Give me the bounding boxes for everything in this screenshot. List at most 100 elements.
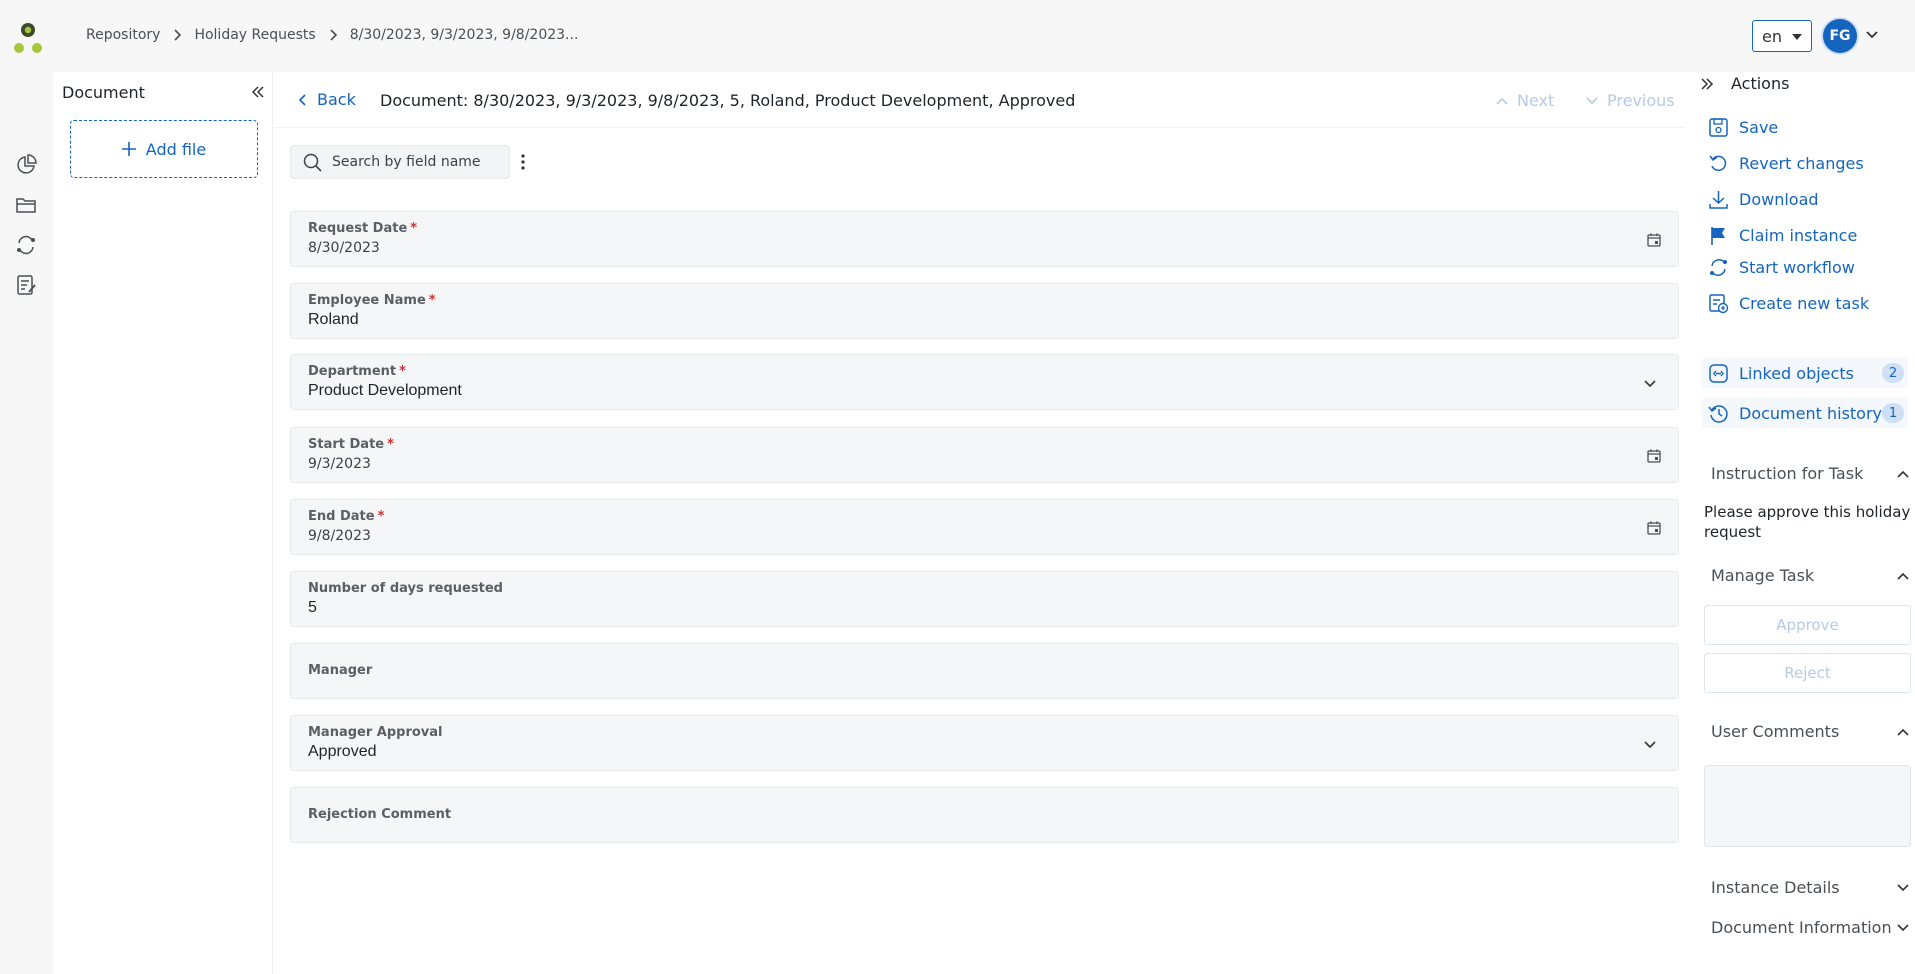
field-employee-name[interactable]: Employee Name * Roland <box>290 283 1679 339</box>
field-request-date[interactable]: Request Date * 8/30/2023 <box>290 211 1679 267</box>
breadcrumb: Repository Holiday Requests 8/30/2023, 9… <box>86 25 578 45</box>
workflow-icon[interactable] <box>15 234 37 256</box>
field-label: Manager Approval <box>308 725 446 740</box>
document-history-count-badge: 1 <box>1882 403 1904 423</box>
link-icon <box>1709 363 1728 383</box>
document-history-label: Document history <box>1739 403 1883 423</box>
field-label-text: Request Date <box>308 221 408 236</box>
previous-label: Previous <box>1607 91 1675 110</box>
required-marker: * <box>410 221 418 236</box>
start-workflow-label: Start workflow <box>1739 258 1855 277</box>
field-manager-approval[interactable]: Manager Approval Approved <box>290 715 1679 771</box>
field-value: 8/30/2023 <box>308 240 380 256</box>
revert-icon <box>1709 155 1727 172</box>
download-label: Download <box>1739 190 1819 209</box>
save-label: Save <box>1739 118 1779 137</box>
chevron-down-icon[interactable] <box>1866 31 1878 39</box>
chevron-up-icon <box>1897 470 1909 478</box>
folder-icon[interactable] <box>15 194 37 216</box>
field-label-text: Employee Name <box>308 293 426 308</box>
field-department[interactable]: Department * Product Development <box>290 354 1679 410</box>
dashboard-icon[interactable] <box>15 154 37 176</box>
search-input[interactable] <box>332 154 502 170</box>
manage-task-section-title: Manage Task <box>1711 566 1815 585</box>
field-label-text: Start Date <box>308 437 385 452</box>
next-button[interactable]: Next <box>1496 91 1554 110</box>
calendar-icon[interactable] <box>1646 448 1662 464</box>
field-manager[interactable]: Manager <box>290 643 1679 699</box>
actions-panel: Actions Save Revert changes Download Cla… <box>1686 72 1915 974</box>
instruction-section-title: Instruction for Task <box>1711 464 1864 483</box>
field-label: Employee Name * <box>308 293 436 308</box>
calendar-icon[interactable] <box>1646 232 1662 248</box>
user-comments-section-title: User Comments <box>1711 722 1840 741</box>
field-value: Roland <box>308 311 359 328</box>
field-number-of-days[interactable]: Number of days requested 5 <box>290 571 1679 627</box>
chevron-left-icon <box>299 93 306 106</box>
document-panel-title: Document <box>62 83 145 102</box>
expand-panel-icon[interactable] <box>1700 78 1714 90</box>
task-icon <box>1709 294 1729 314</box>
user-comments-section-toggle[interactable]: User Comments <box>1711 722 1911 741</box>
field-start-date[interactable]: Start Date * 9/3/2023 <box>290 427 1679 483</box>
manage-task-section-toggle[interactable]: Manage Task <box>1711 566 1911 585</box>
linked-objects-count-badge: 2 <box>1882 363 1904 383</box>
reject-label: Reject <box>1784 664 1831 682</box>
chevron-down-icon[interactable] <box>1644 380 1656 388</box>
language-select[interactable]: en <box>1752 20 1812 52</box>
document-information-section-toggle[interactable]: Document Information <box>1711 918 1911 937</box>
user-avatar[interactable]: FG <box>1821 17 1859 55</box>
back-button[interactable]: Back <box>299 90 356 109</box>
collapse-panel-icon[interactable] <box>251 86 265 98</box>
linked-objects-label: Linked objects <box>1739 363 1854 383</box>
breadcrumb-repository[interactable]: Repository <box>86 27 160 43</box>
chevron-down-icon[interactable] <box>1644 741 1656 749</box>
actions-panel-title: Actions <box>1731 74 1790 93</box>
revert-changes-label: Revert changes <box>1739 154 1864 173</box>
calendar-icon[interactable] <box>1646 520 1662 536</box>
document-header: Back Document: 8/30/2023, 9/3/2023, 9/8/… <box>274 72 1685 128</box>
field-end-date[interactable]: End Date * 9/8/2023 <box>290 499 1679 555</box>
save-button[interactable]: Save <box>1708 117 1778 138</box>
search-icon <box>303 153 322 172</box>
workflow-icon <box>1710 259 1727 276</box>
user-comments-input[interactable] <box>1704 765 1911 847</box>
previous-button[interactable]: Previous <box>1586 91 1675 110</box>
history-icon <box>1708 404 1728 423</box>
add-file-button[interactable]: Add file <box>70 120 258 178</box>
instruction-section-toggle[interactable]: Instruction for Task <box>1711 464 1911 483</box>
instance-details-section-toggle[interactable]: Instance Details <box>1711 878 1911 897</box>
start-workflow-button[interactable]: Start workflow <box>1708 257 1855 278</box>
field-rejection-comment[interactable]: Rejection Comment <box>290 787 1679 843</box>
field-label: Request Date * <box>308 221 417 236</box>
reject-button[interactable]: Reject <box>1704 653 1911 693</box>
document-form: Back Document: 8/30/2023, 9/3/2023, 9/8/… <box>274 72 1685 974</box>
required-marker: * <box>399 364 406 379</box>
field-label-text: Manager Approval <box>308 725 443 740</box>
back-label: Back <box>317 90 356 109</box>
chevron-up-icon <box>1496 97 1508 105</box>
download-button[interactable]: Download <box>1708 189 1819 210</box>
chevron-right-icon <box>330 29 337 41</box>
save-icon <box>1709 118 1728 137</box>
more-options-icon[interactable] <box>520 152 526 172</box>
breadcrumb-holiday-requests[interactable]: Holiday Requests <box>194 27 315 43</box>
linked-objects-button[interactable]: Linked objects 2 <box>1702 358 1908 388</box>
field-value: 9/8/2023 <box>308 528 371 544</box>
next-label: Next <box>1517 91 1555 110</box>
field-label: Number of days requested <box>308 581 506 596</box>
document-information-section-title: Document Information <box>1711 918 1892 937</box>
download-icon <box>1709 191 1728 209</box>
claim-instance-button[interactable]: Claim instance <box>1708 225 1857 246</box>
create-new-task-button[interactable]: Create new task <box>1708 293 1869 314</box>
field-label: Start Date * <box>308 437 394 452</box>
tasks-icon[interactable] <box>15 274 37 296</box>
plus-icon <box>121 142 136 156</box>
document-panel: Document Add file <box>53 72 273 974</box>
revert-changes-button[interactable]: Revert changes <box>1708 153 1864 174</box>
app-logo[interactable] <box>12 20 44 56</box>
document-history-button[interactable]: Document history 1 <box>1702 398 1908 428</box>
language-value: en <box>1762 26 1782 46</box>
field-label: Manager <box>308 663 375 678</box>
approve-button[interactable]: Approve <box>1704 605 1911 645</box>
